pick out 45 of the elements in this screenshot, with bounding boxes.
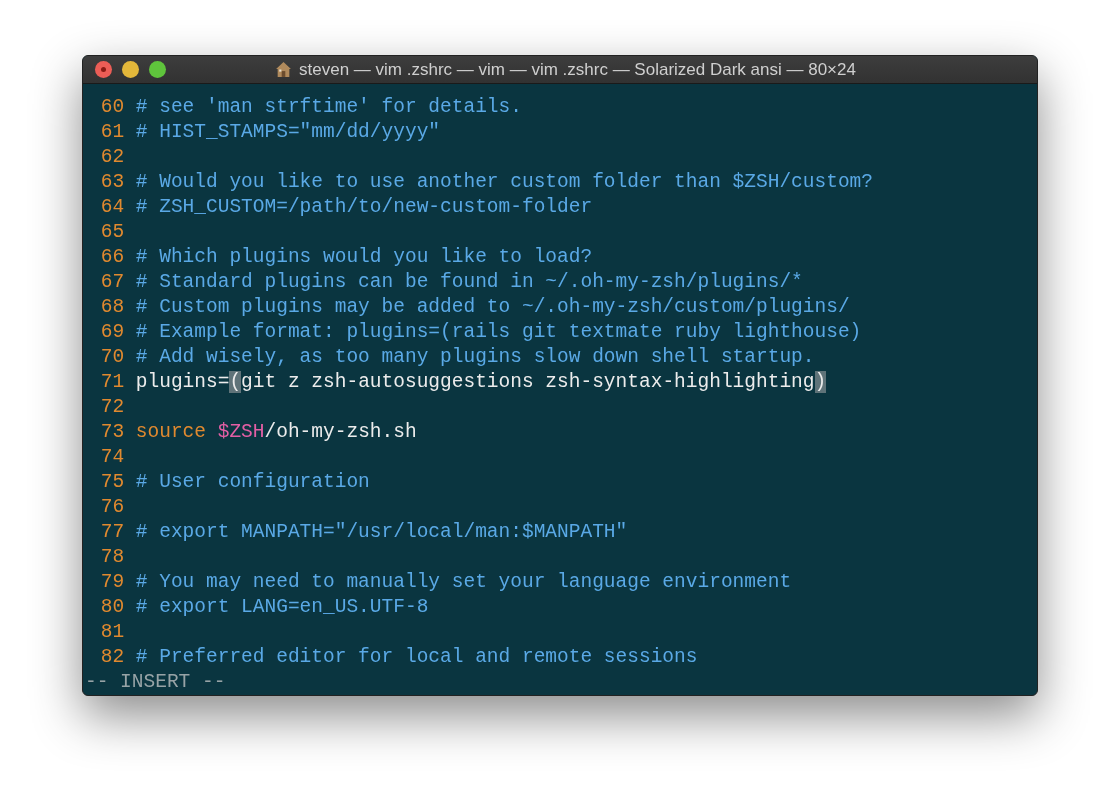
- line-number: 61: [99, 120, 125, 145]
- line-number: 62: [99, 145, 125, 170]
- code-line: # User configuration: [135, 470, 370, 495]
- line-number: 69: [99, 320, 125, 345]
- line-number: 82: [99, 645, 125, 670]
- line-number: 60: [99, 95, 125, 120]
- line-number: 71: [99, 370, 125, 395]
- code-line: # HIST_STAMPS="mm/dd/yyyy": [135, 120, 441, 145]
- line-number: 64: [99, 195, 125, 220]
- status-line: -- INSERT --: [85, 670, 226, 695]
- code-line: # Example format: plugins=(rails git textmate ruby lighthouse): [135, 320, 862, 345]
- code-line: # You may need to manually set your language environment: [135, 570, 792, 595]
- line-number: 70: [99, 345, 125, 370]
- line-number: 73: [99, 420, 125, 445]
- close-button[interactable]: [95, 61, 112, 78]
- zoom-button[interactable]: [149, 61, 166, 78]
- line-number: 72: [99, 395, 125, 420]
- code-line: # see 'man strftime' for details.: [135, 95, 522, 120]
- house-icon: [275, 61, 293, 78]
- code-line: # Custom plugins may be added to ~/.oh-my-zsh/custom/plugins/: [135, 295, 850, 320]
- minimize-button[interactable]: [122, 61, 139, 78]
- code-line: source $ZSH/oh-my-zsh.sh: [135, 420, 417, 445]
- line-number: 77: [99, 520, 125, 545]
- line-number: 75: [99, 470, 125, 495]
- code-line: # Which plugins would you like to load?: [135, 245, 593, 270]
- line-number: 81: [99, 620, 125, 645]
- line-number: 78: [99, 545, 125, 570]
- line-number: 80: [99, 595, 125, 620]
- code-line: # ZSH_CUSTOM=/path/to/new-custom-folder: [135, 195, 593, 220]
- line-number: 63: [99, 170, 125, 195]
- code-line: # Add wisely, as too many plugins slow down shell startup.: [135, 345, 815, 370]
- code-line: # export LANG=en_US.UTF-8: [135, 595, 429, 620]
- line-number: 66: [99, 245, 125, 270]
- line-number: 74: [99, 445, 125, 470]
- line-number: 79: [99, 570, 125, 595]
- code-line: # Would you like to use another custom folder than $ZSH/custom?: [135, 170, 873, 195]
- line-number: 68: [99, 295, 125, 320]
- window-title: steven — vim .zshrc — vim — vim .zshrc — Solarized Dark ansi — 80×24: [299, 58, 856, 81]
- code-line: # Preferred editor for local and remote sessions: [135, 645, 698, 670]
- code-line: # export MANPATH="/usr/local/man:$MANPATH": [135, 520, 628, 545]
- line-number: 76: [99, 495, 125, 520]
- line-number: 65: [99, 220, 125, 245]
- code-line: # Standard plugins can be found in ~/.oh-my-zsh/plugins/*: [135, 270, 803, 295]
- line-number: 67: [99, 270, 125, 295]
- code-line: plugins=(git z zsh-autosuggestions zsh-syntax-highlighting): [135, 370, 827, 395]
